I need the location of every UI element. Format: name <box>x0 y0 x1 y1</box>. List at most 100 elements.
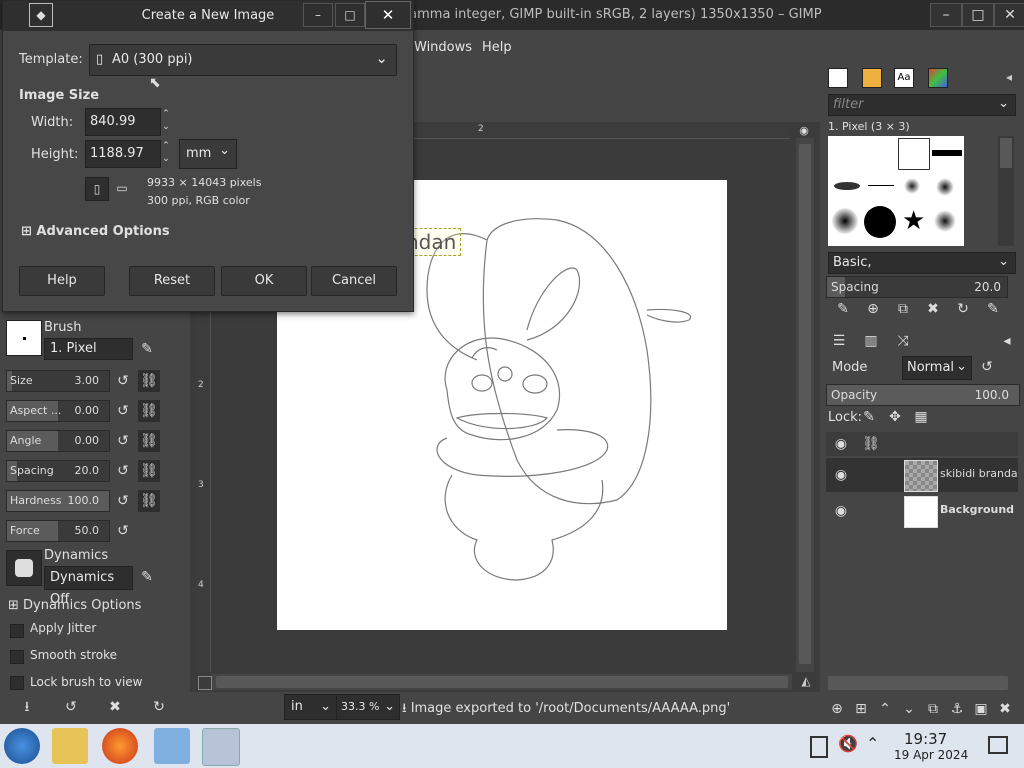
height-input[interactable]: 1188.97 <box>85 140 161 168</box>
file-manager-icon[interactable] <box>52 728 88 764</box>
minimize-button[interactable]: – <box>930 3 962 27</box>
dynamics-field[interactable]: Dynamics Off <box>44 566 133 607</box>
slider-force[interactable]: Force 50.0 <box>6 520 110 542</box>
edit-brush-icon[interactable]: ✎ <box>832 298 854 320</box>
lock-position-icon[interactable]: ✥ <box>884 406 906 428</box>
control-panel-icon[interactable] <box>154 728 190 764</box>
slider-size[interactable]: Size 3.00 <box>6 370 110 392</box>
smooth-stroke-checkbox[interactable] <box>10 650 24 664</box>
show-desktop-icon[interactable] <box>988 736 1008 754</box>
help-button[interactable]: Help <box>19 266 105 296</box>
visibility-eye-icon[interactable]: ◉ <box>830 500 852 522</box>
visibility-eye-icon[interactable]: ◉ <box>830 464 852 486</box>
width-spinner[interactable]: ⌃ ⌄ <box>159 108 173 134</box>
unit-select[interactable]: mm ⌄ <box>179 139 237 169</box>
new-layer-icon[interactable]: ⊕ <box>826 698 848 720</box>
layer-mode-select[interactable]: Normal ⌄ <box>902 356 972 380</box>
close-button[interactable]: ✕ <box>994 3 1024 27</box>
new-group-icon[interactable]: ⊞ <box>850 698 872 720</box>
clipboard-icon[interactable] <box>810 736 828 758</box>
ok-button[interactable]: OK <box>221 266 307 296</box>
export-brush-icon[interactable]: ✎ <box>982 298 1004 320</box>
unit-select[interactable]: in ⌄ <box>284 694 338 720</box>
layer-row[interactable]: ◉ Background <box>826 494 1018 528</box>
lower-layer-icon[interactable]: ⌄ <box>898 698 920 720</box>
brush-grid[interactable]: ★ <box>828 136 964 246</box>
slider-hardness[interactable]: Hardness 100.0 <box>6 490 110 512</box>
fonts-tab-icon[interactable]: Aa <box>894 68 914 88</box>
delete-options-icon[interactable]: ✖ <box>104 696 126 718</box>
chain-link-icon[interactable]: ⛓ <box>138 400 160 422</box>
brush-spacing-slider[interactable]: Spacing 20.0 <box>826 276 1008 298</box>
brush-grid-scrollbar[interactable] <box>998 136 1014 246</box>
reset-slider-icon[interactable]: ↺ <box>112 490 134 512</box>
portrait-icon[interactable]: ▯ <box>85 177 109 201</box>
scroll-thumb[interactable] <box>216 676 788 688</box>
dialog-maximize-button[interactable]: □ <box>335 3 365 27</box>
apply-jitter-checkbox[interactable] <box>10 624 24 638</box>
width-input[interactable]: 840.99 <box>85 108 161 136</box>
restore-options-icon[interactable]: ↺ <box>60 696 82 718</box>
chain-link-icon[interactable]: ⛓ <box>138 490 160 512</box>
duplicate-brush-icon[interactable]: ⧉ <box>892 298 914 320</box>
brush-preview[interactable] <box>6 320 42 356</box>
slider-angle[interactable]: Angle 0.00 <box>6 430 110 452</box>
reset-slider-icon[interactable]: ↺ <box>112 430 134 452</box>
mask-layer-icon[interactable]: ▣ <box>970 698 992 720</box>
cancel-button[interactable]: Cancel <box>311 266 397 296</box>
zoom-select[interactable]: 33.3 % ⌄ <box>336 694 400 720</box>
reset-slider-icon[interactable]: ↺ <box>112 370 134 392</box>
reset-button[interactable]: Reset <box>129 266 215 296</box>
layer-name[interactable]: Background <box>940 503 1014 516</box>
maximize-button[interactable]: □ <box>962 3 994 27</box>
raise-layer-icon[interactable]: ⌃ <box>874 698 896 720</box>
delete-brush-icon[interactable]: ✖ <box>922 298 944 320</box>
clock-date[interactable]: 19 Apr 2024 <box>894 748 968 762</box>
brush-preset-select[interactable]: Basic, ⌄ <box>828 252 1016 274</box>
chain-link-icon[interactable]: ⛓ <box>138 370 160 392</box>
dialog-minimize-button[interactable]: – <box>303 3 333 27</box>
clock-time[interactable]: 19:37 <box>904 730 947 748</box>
horizontal-scrollbar[interactable] <box>212 674 792 690</box>
opacity-slider[interactable]: Opacity 100.0 <box>826 384 1020 406</box>
duplicate-layer-icon[interactable]: ⧉ <box>922 698 944 720</box>
zoom-fit-icon[interactable]: ◭ <box>798 674 814 690</box>
edit-dynamics-icon[interactable]: ✎ <box>136 566 158 588</box>
layer-row[interactable]: ◉ skibidi brandan <box>826 458 1018 492</box>
new-brush-icon[interactable]: ⊕ <box>862 298 884 320</box>
chevron-up-icon[interactable]: ⌃ <box>866 734 879 753</box>
dock-menu-icon[interactable]: ◂ <box>1006 70 1012 84</box>
firefox-icon[interactable] <box>102 728 138 764</box>
mode-reset-icon[interactable]: ↺ <box>976 356 998 378</box>
gradients-tab-icon[interactable] <box>928 68 948 88</box>
save-options-icon[interactable]: ⭳ <box>16 696 38 718</box>
layers-tab-icon[interactable]: ☰ <box>828 330 850 352</box>
layers-scrollbar[interactable] <box>828 676 1008 690</box>
template-select[interactable]: ▯ A0 (300 ppi) ⌄ <box>89 44 397 76</box>
reset-slider-icon[interactable]: ↺ <box>112 520 134 542</box>
dynamics-preview[interactable] <box>6 550 42 586</box>
navigate-icon[interactable] <box>198 676 212 690</box>
edit-brush-icon[interactable]: ✎ <box>136 338 158 360</box>
landscape-icon[interactable]: ▭ <box>111 177 133 199</box>
slider-spacing[interactable]: Spacing 20.0 <box>6 460 110 482</box>
chain-link-icon[interactable]: ⛓ <box>138 430 160 452</box>
menu-help[interactable]: Help <box>482 40 512 55</box>
channels-tab-icon[interactable]: ▥ <box>860 330 882 352</box>
layer-name[interactable]: skibidi brandan <box>940 467 1018 480</box>
advanced-options-expander[interactable]: ⊞ Advanced Options <box>21 224 170 239</box>
brush-name-field[interactable]: 1. Pixel <box>44 338 133 360</box>
lock-alpha-icon[interactable]: ▦ <box>910 406 932 428</box>
brushes-tab-icon[interactable] <box>828 68 848 88</box>
refresh-brushes-icon[interactable]: ↻ <box>952 298 974 320</box>
volume-muted-icon[interactable]: 🔇 <box>838 734 858 753</box>
chain-link-icon[interactable]: ⛓ <box>138 460 160 482</box>
lock-brush-checkbox[interactable] <box>10 676 24 690</box>
reset-slider-icon[interactable]: ↺ <box>112 460 134 482</box>
dialog-close-button[interactable]: ✕ <box>365 1 411 29</box>
brush-filter-input[interactable]: filter ⌄ <box>828 94 1016 116</box>
reset-options-icon[interactable]: ↻ <box>148 696 170 718</box>
gimp-taskbar-icon[interactable] <box>202 728 240 766</box>
patterns-tab-icon[interactable] <box>862 68 882 88</box>
dock-menu-icon[interactable]: ◂ <box>996 330 1018 352</box>
